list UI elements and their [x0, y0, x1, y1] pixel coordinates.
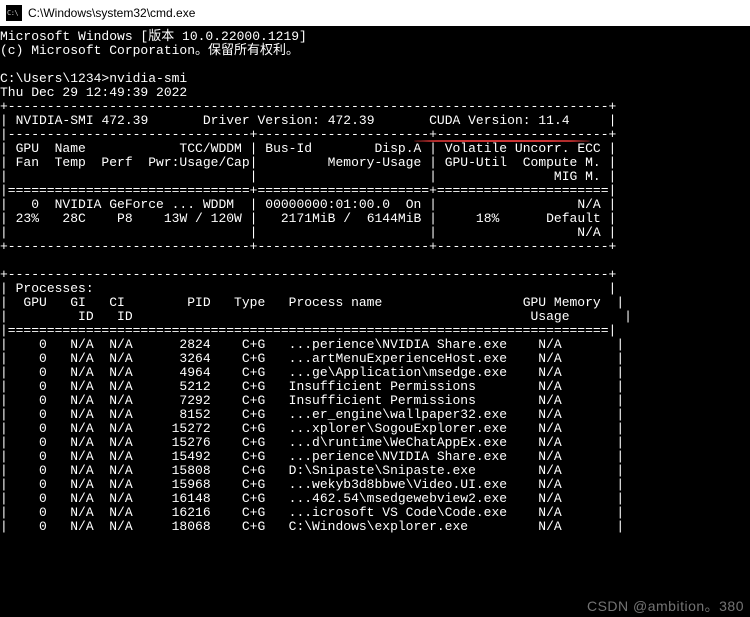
col-h1a: GPU Name TCC/WDDM	[16, 141, 242, 156]
cuda-label: CUDA Version:	[429, 113, 530, 128]
col-h3a: Volatile Uncorr. ECC	[445, 141, 601, 156]
proc-head-1: GPU GI CI PID Type Process name GPU Memo…	[16, 295, 609, 310]
banner-line1: Microsoft Windows [版本 10.0.22000.1219]	[0, 29, 307, 44]
table-row: 0 N/A N/A 5212 C+G Insufficient Permissi…	[16, 379, 609, 394]
cuda-version: 11.4	[538, 113, 569, 128]
terminal-output[interactable]: Microsoft Windows [版本 10.0.22000.1219] (…	[0, 26, 750, 534]
table-row: 0 N/A N/A 7292 C+G Insufficient Permissi…	[16, 393, 609, 408]
gpu-row-2c: 18% Default	[476, 211, 601, 226]
table-row: 0 N/A N/A 15968 C+G ...wekyb3d8bbwe\Vide…	[16, 477, 609, 492]
table-row: 0 N/A N/A 2824 C+G ...perience\NVIDIA Sh…	[16, 337, 609, 352]
gpu-row-1c: N/A	[577, 197, 600, 212]
col-h3c: MIG M.	[554, 169, 601, 184]
col-h2b: Memory-Usage	[328, 155, 422, 170]
table-row: 0 N/A N/A 18068 C+G C:\Windows\explorer.…	[16, 519, 609, 534]
gpu-row-1a: 0 NVIDIA GeForce ... WDDM	[16, 197, 242, 212]
table-row: 0 N/A N/A 15272 C+G ...xplorer\SogouExpl…	[16, 421, 609, 436]
table-row: 0 N/A N/A 16216 C+G ...icrosoft VS Code\…	[16, 505, 609, 520]
driver-label: Driver Version:	[203, 113, 320, 128]
prompt-path: C:\Users\1234>	[0, 71, 109, 86]
table-row: 0 N/A N/A 15492 C+G ...perience\NVIDIA S…	[16, 449, 609, 464]
cmd-icon	[6, 5, 22, 21]
gpu-row-3c: N/A	[577, 225, 600, 240]
table-row: 0 N/A N/A 15808 C+G D:\Snipaste\Snipaste…	[16, 463, 609, 478]
banner-line2: (c) Microsoft Corporation。保留所有权利。	[0, 43, 299, 58]
proc-head-2: ID ID Usage	[16, 309, 617, 324]
prompt-command: nvidia-smi	[109, 71, 187, 86]
proc-title: Processes:	[16, 281, 94, 296]
table-row: 0 N/A N/A 16148 C+G ...462.54\msedgewebv…	[16, 491, 609, 506]
driver-version: 472.39	[328, 113, 375, 128]
window-title: C:\Windows\system32\cmd.exe	[28, 6, 195, 20]
nvsmi-version: 472.39	[101, 113, 148, 128]
gpu-row-2a: 23% 28C P8 13W / 120W	[8, 211, 242, 226]
table-row: 0 N/A N/A 15276 C+G ...d\runtime\WeChatA…	[16, 435, 609, 450]
table-row: 0 N/A N/A 4964 C+G ...ge\Application\mse…	[16, 365, 609, 380]
window-titlebar[interactable]: C:\Windows\system32\cmd.exe	[0, 0, 750, 26]
col-h1b: Fan Temp Perf Pwr:Usage/Cap	[16, 155, 250, 170]
col-h2a: Bus-Id Disp.A	[265, 141, 421, 156]
smi-timestamp: Thu Dec 29 12:49:39 2022	[0, 85, 187, 100]
table-row: 0 N/A N/A 3264 C+G ...artMenuExperienceH…	[16, 351, 609, 366]
highlight-underline	[414, 140, 590, 142]
cmd-window: C:\Windows\system32\cmd.exe Microsoft Wi…	[0, 0, 750, 617]
gpu-row-1b: 00000000:01:00.0 On	[265, 197, 421, 212]
col-h3b: GPU-Util Compute M.	[445, 155, 601, 170]
nvsmi-label: NVIDIA-SMI	[16, 113, 94, 128]
table-row: 0 N/A N/A 8152 C+G ...er_engine\wallpape…	[16, 407, 609, 422]
watermark: CSDN @ambition。380	[587, 599, 744, 613]
gpu-row-2b: 2171MiB / 6144MiB	[281, 211, 421, 226]
